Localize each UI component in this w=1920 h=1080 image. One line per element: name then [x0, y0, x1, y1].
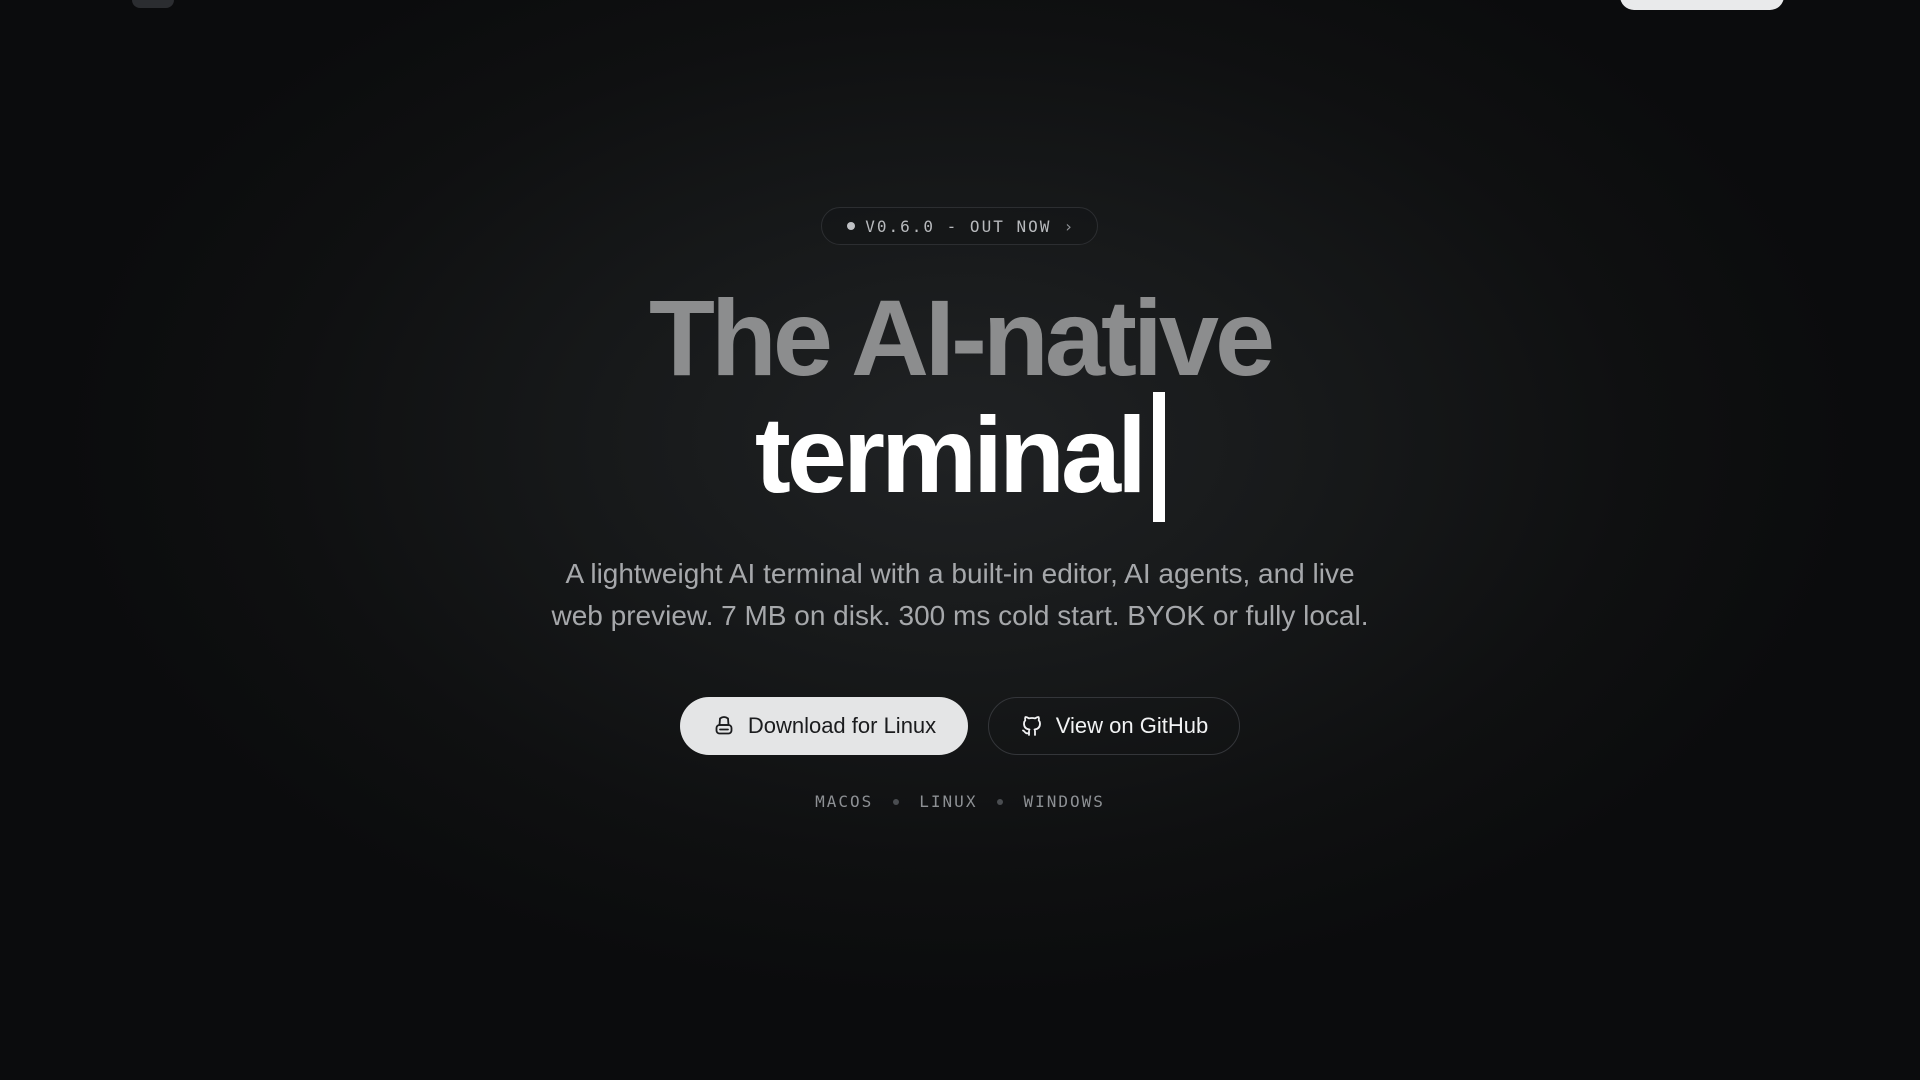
nav-cta-button[interactable]	[1620, 0, 1784, 10]
release-announcement-pill[interactable]: V0.6.0 - OUT NOW ›	[821, 207, 1098, 245]
subtitle-line-2: web preview. 7 MB on disk. 300 ms cold s…	[551, 600, 1369, 631]
text-cursor-icon	[1153, 392, 1166, 522]
github-icon	[1020, 714, 1044, 738]
separator-dot-icon	[893, 798, 900, 805]
status-dot-icon	[847, 222, 856, 230]
hero-buttons: Download for Linux View on GitHub	[0, 697, 1920, 755]
landing-page: V0.6.0 - OUT NOW › The AI-native termina…	[0, 0, 1920, 1080]
headline-line-2: terminal	[0, 392, 1920, 522]
github-button-label: View on GitHub	[1055, 713, 1209, 738]
download-button[interactable]: Download for Linux	[680, 697, 968, 755]
platform-linux: LINUX	[919, 792, 978, 811]
github-button[interactable]: View on GitHub	[988, 697, 1240, 755]
separator-dot-icon	[997, 798, 1004, 805]
platform-windows: WINDOWS	[1023, 792, 1105, 811]
chevron-right-icon: ›	[1065, 216, 1072, 236]
supported-platforms: MACOS LINUX WINDOWS	[0, 792, 1920, 811]
headline-word-terminal: terminal	[754, 394, 1147, 515]
hero-subtitle: A lightweight AI terminal with a built-i…	[510, 553, 1410, 637]
nav-logo[interactable]	[132, 0, 174, 8]
subtitle-line-1: A lightweight AI terminal with a built-i…	[565, 558, 1355, 589]
download-button-label: Download for Linux	[747, 713, 937, 738]
release-pill-label: V0.6.0 - OUT NOW	[865, 216, 1052, 236]
linux-tux-icon	[712, 714, 736, 738]
platform-macos: MACOS	[815, 792, 874, 811]
headline-line-1: The AI-native	[648, 277, 1275, 398]
